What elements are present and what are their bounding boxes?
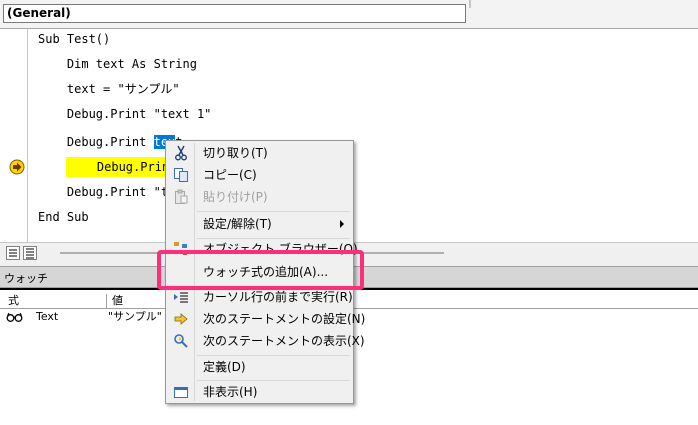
menu-item-label: 非表示(H) [203,385,258,399]
menu-item-hide[interactable]: 非表示(H) [168,381,351,403]
code-editor[interactable]: Sub Test() Dim text As String text = "サン… [28,29,698,242]
expression-column-header[interactable]: 式 [8,294,19,308]
column-divider[interactable] [106,294,107,308]
code-line[interactable]: Debug.Print "text 1" [38,104,212,124]
scissors-icon [175,145,187,161]
menu-item-cut[interactable]: 切り取り(T) [168,142,351,164]
code-window-toolbar: (General) [0,0,698,29]
menu-item-label: 切り取り(T) [203,146,268,160]
execution-pointer-icon [9,159,25,175]
code-line[interactable]: End Sub [38,207,89,227]
watch-window-title: ウォッチ [4,272,48,285]
submenu-arrow-icon [340,220,344,228]
procedure-view-button[interactable] [6,246,20,260]
menu-item-label: コピー(C) [203,168,257,182]
menu-separator [197,211,350,212]
menu-item-set-next-statement[interactable]: 次のステートメントの設定(N) [168,308,365,330]
menu-item-toggle[interactable]: 設定/解除(T) [168,213,351,235]
menu-item-show-next-statement[interactable]: 次のステートメントの表示(X) [168,330,365,352]
show-next-statement-icon [174,334,188,348]
procedure-view-icon [9,249,17,257]
code-line[interactable]: text = "サンプル" [38,79,180,99]
menu-item-label: 定義(D) [203,360,246,374]
watch-value-cell[interactable]: "サンプル" [108,310,162,324]
margin-indicator-bar[interactable] [0,29,28,242]
code-line[interactable]: Sub Test() [38,29,110,49]
menu-item-label: 次のステートメントの設定(N) [203,312,366,326]
code-line-with-selection[interactable]: Debug.Print text [38,132,183,152]
menu-item-definition[interactable]: 定義(D) [168,356,351,378]
full-module-view-button[interactable] [23,246,37,260]
menu-item-label: カーソル行の前まで実行(R) [203,290,353,304]
window-icon [174,387,188,398]
full-module-view-icon [26,248,34,259]
menu-item-paste[interactable]: 貼り付け(P) [168,186,351,208]
menu-item-label: 設定/解除(T) [203,217,272,231]
code-line[interactable]: Dim text As String [38,54,197,74]
code-line[interactable]: Debug.Print "t [38,182,168,202]
watch-expression-cell[interactable]: Text [36,310,58,324]
paste-icon [175,189,188,204]
annotation-highlight-box [157,250,364,290]
arrow-right-icon [174,313,188,325]
menu-item-copy[interactable]: コピー(C) [168,164,351,186]
menu-item-label: 次のステートメントの表示(X) [203,334,365,348]
run-to-cursor-icon [174,292,188,303]
menu-item-label: 貼り付け(P) [203,190,268,204]
watch-glasses-icon [6,312,23,322]
copy-icon [174,168,188,182]
value-column-header[interactable]: 値 [112,294,123,308]
combo-divider [469,0,471,8]
code-text: Debug.Print [38,135,154,149]
object-combo-box[interactable]: (General) [3,4,466,23]
